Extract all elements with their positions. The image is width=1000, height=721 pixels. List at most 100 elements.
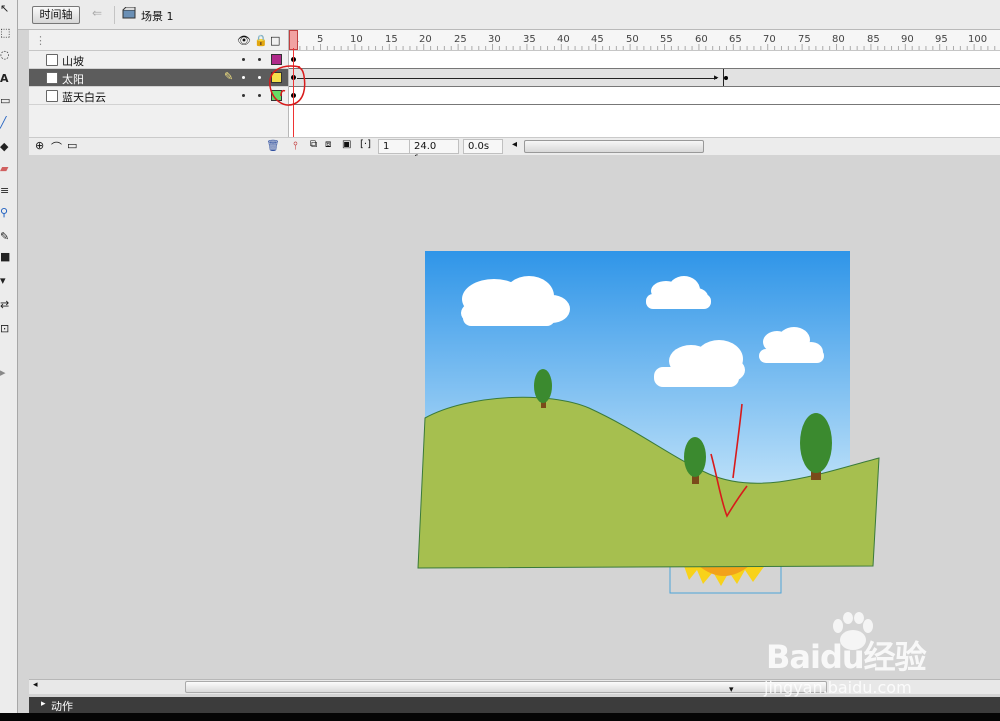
frame-number: 100 — [968, 34, 988, 45]
layer-name: 太阳 — [62, 73, 84, 86]
onion-skin-outline-icon[interactable]: ⧈ — [325, 139, 331, 150]
grip-icon: ⋮ — [35, 34, 46, 47]
frame-number: 65 — [729, 34, 742, 45]
collapse-icon[interactable]: ▸ — [0, 366, 16, 380]
frame-number: 85 — [867, 34, 880, 45]
stage-area[interactable] — [29, 156, 1000, 678]
stroke-color-icon[interactable]: ✎ — [0, 230, 16, 244]
text-tool-icon[interactable]: A — [0, 72, 16, 86]
layer-row-sun[interactable]: 太阳 ✎ — [29, 69, 288, 87]
frame-number: 55 — [660, 34, 673, 45]
layer-icon — [46, 54, 58, 66]
panel-collapse-icon[interactable]: ▾ — [729, 685, 734, 695]
layer-name: 蓝天白云 — [62, 91, 106, 104]
add-folder-icon[interactable]: ▭ — [67, 139, 77, 152]
playhead[interactable] — [289, 30, 298, 50]
keyframe[interactable] — [724, 76, 728, 80]
fill-color-icon[interactable]: ■ — [0, 250, 16, 264]
options-icon[interactable]: ⊡ — [0, 322, 16, 336]
lasso-tool-icon[interactable]: ◌ — [0, 48, 16, 62]
eraser-tool-icon[interactable]: ▰ — [0, 162, 16, 176]
edit-multiple-frames-icon[interactable]: ▣ — [342, 139, 351, 150]
bottom-strip — [0, 713, 1000, 721]
lock-icon[interactable]: 🔒 — [254, 34, 268, 47]
stage-canvas[interactable] — [29, 156, 1000, 678]
sun-shape[interactable] — [684, 566, 765, 586]
frame-number: 60 — [695, 34, 708, 45]
timeline-scrollbar[interactable] — [524, 140, 704, 153]
watermark-url: jingyan.baidu.com — [764, 678, 912, 697]
scene-label[interactable]: 场景 1 — [141, 8, 174, 24]
frame-number: 30 — [488, 34, 501, 45]
brush-tool-icon[interactable]: ╱ — [0, 116, 16, 130]
frame-number: 75 — [798, 34, 811, 45]
frame-number: 45 — [591, 34, 604, 45]
onion-skin-icon[interactable]: ⧉ — [310, 139, 317, 150]
pencil-icon: ✎ — [224, 70, 234, 83]
swap-colors-icon[interactable]: ⇄ — [0, 298, 16, 312]
tools-panel: ↖ ⬚ ◌ A ▭ ╱ ◆ ▰ ≡ ⚲ ✎ ■ ▾ ⇄ ⊡ ▸ — [0, 0, 18, 721]
scroll-left-icon[interactable]: ◂ — [33, 680, 38, 690]
subselect-tool-icon[interactable]: ⬚ — [0, 26, 16, 40]
visibility-dot[interactable] — [242, 58, 245, 61]
frame-number: 90 — [901, 34, 914, 45]
modify-markers-icon[interactable]: [·] — [360, 139, 371, 150]
back-arrow-icon[interactable]: ⇐ — [92, 6, 102, 20]
frame-rate[interactable]: 24.0 fps — [409, 139, 459, 165]
frame-row-hillside[interactable] — [289, 51, 1000, 69]
add-guide-layer-icon[interactable]: ⌒ — [51, 139, 62, 155]
frame-number: 20 — [419, 34, 432, 45]
edit-bar: 时间轴 ⇐ 场景 1 — [18, 0, 1000, 30]
layer-row-sky-clouds[interactable]: 蓝天白云 — [29, 87, 288, 105]
frame-number: 25 — [454, 34, 467, 45]
frame-number: 50 — [626, 34, 639, 45]
color-dropdown-icon[interactable]: ▾ — [0, 274, 16, 288]
frame-number: 70 — [763, 34, 776, 45]
frame-ruler[interactable]: 1 5 10 15 20 25 30 35 40 45 50 55 60 65 … — [289, 30, 1000, 51]
frame-number: 15 — [385, 34, 398, 45]
lock-dot[interactable] — [258, 58, 261, 61]
timeline-toggle-button[interactable]: 时间轴 — [32, 6, 80, 24]
current-frame: 1 — [378, 139, 410, 154]
add-layer-icon[interactable]: ⊕ — [35, 139, 44, 152]
layer-header: ⋮ 👁 🔒 □ — [29, 30, 288, 51]
scroll-left-icon[interactable]: ◂ — [512, 139, 517, 150]
lock-dot[interactable] — [258, 76, 261, 79]
center-frame-icon[interactable]: ⫯ — [293, 139, 298, 153]
rectangle-tool-icon[interactable]: ▭ — [0, 94, 16, 108]
lock-dot[interactable] — [258, 94, 261, 97]
hand-tool-icon[interactable]: ≡ — [0, 184, 16, 198]
frame-number: 5 — [317, 34, 324, 45]
expand-arrow-icon[interactable]: ▸ — [41, 699, 46, 709]
bucket-tool-icon[interactable]: ◆ — [0, 140, 16, 154]
frame-number: 10 — [350, 34, 363, 45]
layer-row-hillside[interactable]: 山坡 — [29, 51, 288, 69]
frame-number: 80 — [832, 34, 845, 45]
tween-arrow-icon: ▸ — [714, 73, 719, 83]
layer-icon — [46, 90, 58, 102]
trash-icon[interactable]: 🗑 — [266, 139, 280, 152]
frame-number: 95 — [935, 34, 948, 45]
frame-grid[interactable]: 1 5 10 15 20 25 30 35 40 45 50 55 60 65 … — [269, 30, 1000, 154]
motion-tween-line — [297, 78, 717, 79]
visibility-dot[interactable] — [242, 94, 245, 97]
frame-row-sky-clouds[interactable] — [289, 87, 1000, 105]
watermark-brand: Baidu经验 — [766, 638, 927, 676]
actions-panel-header[interactable]: ▸ 动作 — [29, 697, 1000, 713]
annotation-circle — [269, 65, 306, 106]
frame-number: 35 — [523, 34, 536, 45]
actions-label[interactable]: 动作 — [51, 698, 73, 714]
eye-icon[interactable]: 👁 — [237, 34, 251, 47]
scene-icon — [122, 7, 136, 19]
elapsed-time: 0.0s — [463, 139, 503, 154]
layer-name: 山坡 — [62, 55, 84, 68]
frame-row-sun[interactable]: ▸ — [289, 69, 1000, 87]
layer-icon — [46, 72, 58, 84]
timeline-panel: ⋮ 👁 🔒 □ 山坡 太阳 ✎ 蓝天白云 5 10 15 20 25 30 35… — [29, 30, 1000, 165]
selection-tool-icon[interactable]: ↖ — [0, 2, 16, 16]
layer-list: ⋮ 👁 🔒 □ 山坡 太阳 ✎ 蓝天白云 — [29, 30, 289, 154]
outline-icon[interactable]: □ — [270, 34, 280, 47]
visibility-dot[interactable] — [242, 76, 245, 79]
zoom-tool-icon[interactable]: ⚲ — [0, 206, 16, 220]
divider — [114, 6, 115, 24]
